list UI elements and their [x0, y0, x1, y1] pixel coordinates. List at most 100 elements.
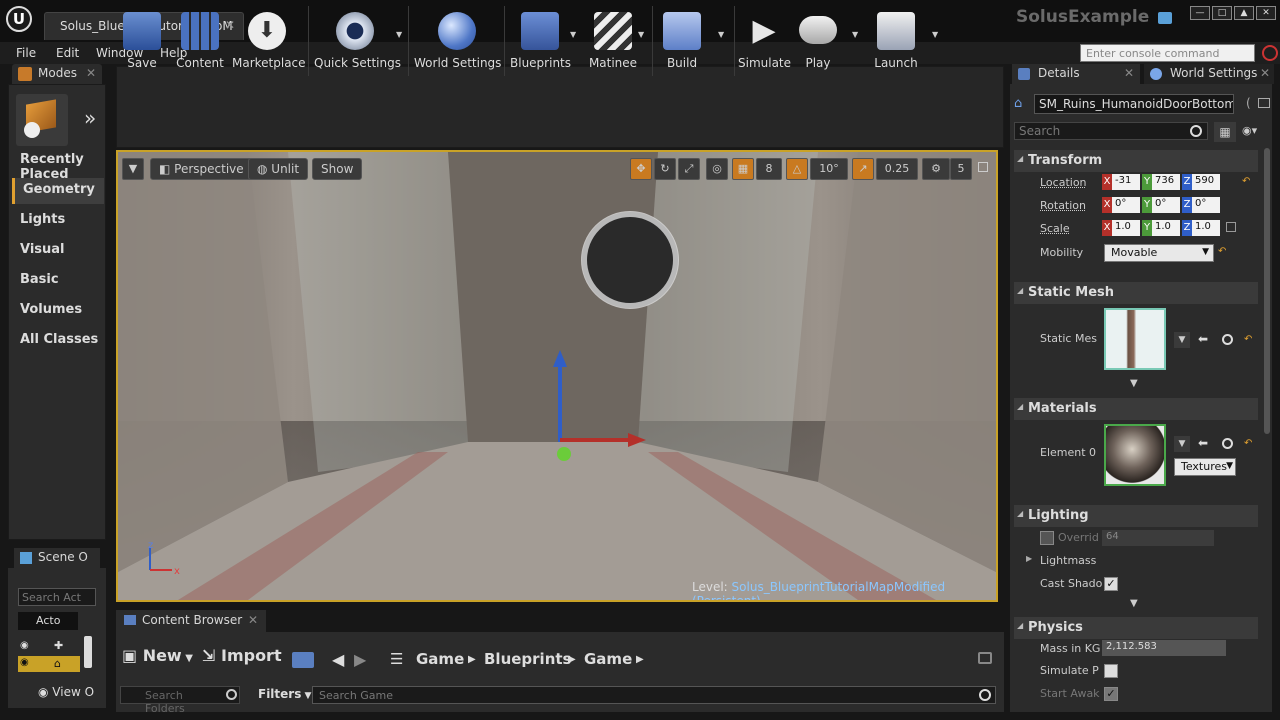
menu-file[interactable]: File — [16, 46, 36, 60]
rotation-x-input[interactable]: 0° — [1112, 197, 1140, 213]
mode-all-classes[interactable]: All Classes — [12, 328, 104, 354]
reset-material-icon[interactable]: ↶ — [1244, 438, 1252, 449]
simulate-button[interactable]: ▶ Simulate — [738, 6, 791, 76]
use-selected-arrow-icon[interactable]: ⬅ — [1198, 332, 1208, 346]
blueprints-button[interactable]: Blueprints — [510, 6, 571, 76]
visibility-eye-icon[interactable]: ◉ — [20, 657, 29, 668]
outliner-column-actor[interactable]: Acto — [18, 612, 78, 630]
filters-button[interactable]: Filters ▼ — [258, 687, 311, 701]
camera-speed-value[interactable]: 5 — [950, 158, 972, 180]
static-mesh-combo-icon[interactable]: ▼ — [1174, 332, 1190, 348]
details-scrollbar[interactable] — [1264, 148, 1270, 434]
tab-world-settings[interactable]: World Settings ✕ — [1144, 64, 1274, 84]
outliner-scrollbar[interactable] — [84, 636, 92, 668]
override-checkbox[interactable] — [1040, 531, 1054, 545]
mode-lights[interactable]: Lights — [12, 208, 104, 234]
mode-geometry[interactable]: Geometry — [12, 178, 104, 204]
search-folders-input[interactable]: Search Folders — [120, 686, 240, 715]
reset-location-icon[interactable]: ↶ — [1242, 176, 1250, 187]
close-tab-icon[interactable]: ✕ — [86, 66, 96, 80]
grid-snap-icon[interactable]: ▦ — [732, 158, 754, 180]
tab-modes[interactable]: Modes ✕ — [12, 64, 102, 84]
world-settings-button[interactable]: World Settings — [414, 6, 501, 76]
scale-mode-icon[interactable]: ⤢ — [678, 158, 700, 180]
tab-details[interactable]: Details ✕ — [1012, 64, 1140, 84]
section-transform[interactable]: Transform — [1014, 150, 1258, 172]
scale-y-input[interactable]: 1.0 — [1152, 220, 1180, 236]
use-selected-material-icon[interactable]: ⬅ — [1198, 436, 1208, 450]
scale-z-input[interactable]: 1.0 — [1192, 220, 1220, 236]
browse-material-icon[interactable] — [1222, 438, 1233, 449]
import-button[interactable]: ⇲ Import — [202, 646, 282, 665]
build-button[interactable]: Build — [660, 6, 704, 76]
actor-name-input[interactable]: SM_Ruins_HumanoidDoorBottom_3 — [1034, 94, 1234, 114]
expand-mesh-icon[interactable]: ▼ — [1130, 378, 1138, 389]
minimize-button[interactable]: — — [1190, 6, 1210, 20]
close-tab-icon[interactable]: ✕ — [1260, 66, 1270, 80]
forward-arrow-icon[interactable]: ▶ — [354, 650, 366, 669]
breadcrumb-game-2[interactable]: Game — [584, 650, 632, 668]
maximize-viewport-icon[interactable] — [978, 162, 988, 172]
place-mode-button[interactable] — [16, 94, 68, 146]
rotate-mode-icon[interactable]: ↻ — [654, 158, 676, 180]
location-label[interactable]: Location — [1040, 176, 1087, 189]
matinee-button[interactable]: Matinee — [588, 6, 638, 76]
restore-button[interactable]: ▲ — [1234, 6, 1254, 20]
more-modes-icon[interactable]: » — [84, 106, 96, 130]
material-combo-icon[interactable]: ▼ — [1174, 436, 1190, 452]
view-mode-button[interactable]: ◍ Unlit — [248, 158, 309, 180]
start-awake-checkbox[interactable]: ✓ — [1104, 687, 1118, 701]
new-button[interactable]: ▣ New ▼ — [122, 646, 193, 665]
expand-lighting-icon[interactable]: ▼ — [1130, 598, 1138, 609]
outliner-view-options[interactable]: ◉ View O — [38, 685, 94, 699]
unreal-logo-icon[interactable]: U — [6, 6, 32, 32]
breadcrumb-game[interactable]: Game — [416, 650, 464, 668]
material-thumbnail[interactable] — [1104, 424, 1166, 486]
lock-icon[interactable] — [978, 652, 992, 664]
maximize-button[interactable]: □ — [1212, 6, 1232, 20]
mode-visual[interactable]: Visual — [12, 238, 104, 264]
play-button[interactable]: Play — [796, 6, 840, 76]
viewport-options-dropdown[interactable]: ▼ — [122, 158, 144, 180]
location-x-input[interactable]: -31 — [1112, 174, 1140, 190]
mobility-dropdown[interactable]: Movable ▼ — [1104, 244, 1214, 262]
perspective-button[interactable]: ◧ Perspective — [150, 158, 253, 180]
location-z-input[interactable]: 590 — [1192, 174, 1220, 190]
scale-snap-value[interactable]: 0.25 — [876, 158, 918, 180]
static-mesh-thumbnail[interactable] — [1104, 308, 1166, 370]
close-window-button[interactable]: ✕ — [1256, 6, 1276, 20]
back-arrow-icon[interactable]: ◀ — [332, 650, 344, 669]
outliner-row[interactable]: ◉ ✚ — [18, 638, 80, 654]
matinee-dropdown-icon[interactable]: ▼ — [638, 30, 644, 39]
show-button[interactable]: Show — [312, 158, 363, 180]
tab-content-browser[interactable]: Content Browser ✕ — [116, 610, 266, 632]
blueprints-dropdown-icon[interactable]: ▼ — [570, 30, 576, 39]
mode-recently-placed[interactable]: Recently Placed — [12, 148, 104, 182]
quick-settings-button[interactable]: Quick Settings — [314, 6, 401, 76]
launch-dropdown-icon[interactable]: ▼ — [932, 30, 938, 39]
view-options-icon[interactable]: ◉▾ — [1242, 124, 1257, 137]
cast-shadow-checkbox[interactable]: ✓ — [1104, 577, 1118, 591]
marketplace-button[interactable]: ⬇ Marketplace — [232, 6, 306, 76]
save-button[interactable]: Save — [120, 6, 164, 76]
quick-settings-dropdown-icon[interactable]: ▼ — [396, 30, 402, 39]
textures-dropdown[interactable]: Textures ▼ — [1174, 458, 1236, 476]
content-button[interactable]: Content — [174, 6, 226, 76]
lock-selection-icon[interactable]: ( — [1246, 96, 1251, 110]
mass-input[interactable]: 2,112.583 — [1102, 640, 1226, 656]
launch-button[interactable]: Launch — [870, 6, 922, 76]
scale-x-input[interactable]: 1.0 — [1112, 220, 1140, 236]
grid-snap-value[interactable]: 8 — [756, 158, 782, 180]
override-value-input[interactable]: 64 — [1102, 530, 1214, 546]
rotation-snap-value[interactable]: 10° — [810, 158, 848, 180]
mode-basic[interactable]: Basic — [12, 268, 104, 294]
section-materials[interactable]: Materials — [1014, 398, 1258, 420]
play-dropdown-icon[interactable]: ▼ — [852, 30, 858, 39]
breadcrumb-blueprints[interactable]: Blueprints — [484, 650, 571, 668]
build-dropdown-icon[interactable]: ▼ — [718, 30, 724, 39]
details-lock-icon[interactable] — [1258, 98, 1270, 108]
details-search-input[interactable]: Search — [1014, 122, 1208, 140]
translate-mode-icon[interactable]: ✥ — [630, 158, 652, 180]
reset-mobility-icon[interactable]: ↶ — [1218, 246, 1226, 257]
rotation-snap-icon[interactable]: △ — [786, 158, 808, 180]
